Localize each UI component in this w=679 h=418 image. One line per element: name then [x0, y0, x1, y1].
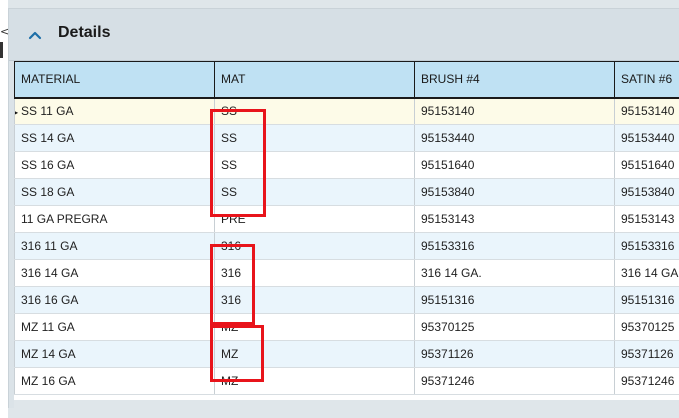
cell-brush-4[interactable]: 95151316 [414, 286, 615, 314]
table-row[interactable]: 316 11 GA 316 95153316 95153316 [14, 232, 679, 260]
cell-material[interactable]: 316 14 GA [14, 259, 215, 287]
table-row[interactable]: SS 14 GA SS 95153440 95153440 [14, 124, 679, 152]
cell-material[interactable]: SS 14 GA [14, 124, 215, 152]
cell-satin-6[interactable]: 95153316 [614, 232, 679, 260]
cell-material[interactable]: MZ 11 GA [14, 313, 215, 341]
cell-brush-4[interactable]: 95151640 [414, 151, 615, 179]
table-row[interactable]: 11 GA PREGRA PRE 95153143 95153143 [14, 205, 679, 233]
cell-brush-4[interactable]: 95153440 [414, 124, 615, 152]
cell-mat[interactable]: SS [214, 151, 415, 179]
table-row[interactable]: SS 16 GA SS 95151640 95151640 [14, 151, 679, 179]
horizontal-scrollbar[interactable] [14, 400, 679, 418]
cell-mat[interactable]: 316 [214, 232, 415, 260]
cell-brush-4[interactable]: 95153316 [414, 232, 615, 260]
cell-mat[interactable]: SS [214, 178, 415, 206]
cell-material[interactable]: MZ 16 GA [14, 367, 215, 395]
details-panel-header[interactable]: Details [9, 9, 679, 61]
cell-material[interactable]: SS 16 GA [14, 151, 215, 179]
table-header-row: MATERIAL MAT BRUSH #4 SATIN #6 [14, 61, 679, 99]
cell-satin-6[interactable]: 95371126 [614, 340, 679, 368]
table-body: SS 11 GA▶SS9515314095153140SS 14 GASS951… [14, 97, 679, 395]
cell-brush-4[interactable]: 316 14 GA. [414, 259, 615, 287]
column-header-material[interactable]: MATERIAL [14, 61, 215, 99]
cell-satin-6[interactable]: 95153840 [614, 178, 679, 206]
cell-brush-4[interactable]: 95153143 [414, 205, 615, 233]
panel-title: Details [58, 24, 111, 41]
table-row[interactable]: MZ 11 GA MZ 95370125 95370125 [14, 313, 679, 341]
cell-mat[interactable]: MZ [214, 340, 415, 368]
details-table: MATERIAL MAT BRUSH #4 SATIN #6 SS 11 GA▶… [14, 61, 679, 395]
cell-mat[interactable]: 316 [214, 286, 415, 314]
table-row[interactable]: MZ 14 GA MZ 95371126 95371126 [14, 340, 679, 368]
table-row[interactable]: SS 18 GA SS 95153840 95153840 [14, 178, 679, 206]
cell-brush-4[interactable]: 95371126 [414, 340, 615, 368]
cell-material[interactable]: 316 11 GA [14, 232, 215, 260]
column-header-mat[interactable]: MAT [214, 61, 415, 99]
cell-satin-6[interactable]: 95371246 [614, 367, 679, 395]
cell-satin-6[interactable]: 95151640 [614, 151, 679, 179]
cell-material[interactable]: SS 11 GA▶ [14, 97, 215, 125]
table-row[interactable]: 316 14 GA 316 316 14 GA. 316 14 GA. [14, 259, 679, 287]
cell-material[interactable]: 316 16 GA [14, 286, 215, 314]
cell-mat[interactable]: SS [214, 124, 415, 152]
cell-brush-4[interactable]: 95371246 [414, 367, 615, 395]
cell-material[interactable]: SS 18 GA [14, 178, 215, 206]
cell-satin-6[interactable]: 95153143 [614, 205, 679, 233]
column-header-brush-4[interactable]: BRUSH #4 [414, 61, 615, 99]
cell-satin-6[interactable]: 95370125 [614, 313, 679, 341]
cell-satin-6[interactable]: 95153440 [614, 124, 679, 152]
cell-brush-4[interactable]: 95153840 [414, 178, 615, 206]
cell-mat[interactable]: MZ [214, 367, 415, 395]
cell-mat[interactable]: PRE [214, 205, 415, 233]
column-header-satin-6[interactable]: SATIN #6 [614, 61, 679, 99]
table-row[interactable]: 316 16 GA 316 95151316 95151316 [14, 286, 679, 314]
cell-material[interactable]: 11 GA PREGRA [14, 205, 215, 233]
table-row[interactable]: MZ 16 GA MZ 95371246 95371246 [14, 367, 679, 395]
chevron-up-icon[interactable] [27, 27, 43, 43]
cell-mat[interactable]: MZ [214, 313, 415, 341]
cell-satin-6[interactable]: 95151316 [614, 286, 679, 314]
cell-mat[interactable]: 316 [214, 259, 415, 287]
table-row[interactable]: SS 11 GA▶SS9515314095153140 [14, 97, 679, 125]
cell-mat[interactable]: SS [214, 97, 415, 125]
details-grid: MATERIAL MAT BRUSH #4 SATIN #6 SS 11 GA▶… [14, 61, 679, 401]
left-gutter: < [0, 0, 9, 418]
cell-material[interactable]: MZ 14 GA [14, 340, 215, 368]
gutter-bar [0, 42, 3, 58]
cell-brush-4[interactable]: 95370125 [414, 313, 615, 341]
cell-brush-4[interactable]: 95153140 [414, 97, 615, 125]
row-selector-icon: ▶ [16, 108, 19, 117]
cell-satin-6[interactable]: 95153140 [614, 97, 679, 125]
cell-satin-6[interactable]: 316 14 GA. [614, 259, 679, 287]
